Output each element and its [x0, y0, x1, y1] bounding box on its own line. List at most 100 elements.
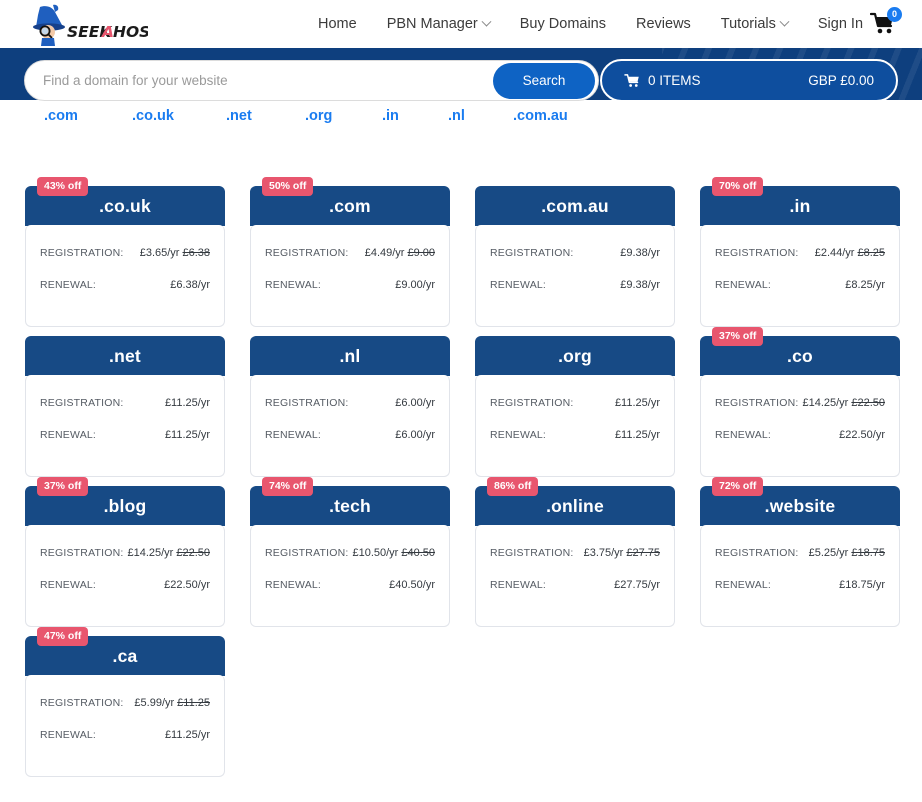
cart-icon-button[interactable]: 0 [869, 7, 902, 39]
logo-graphic: SEEK A HOST [33, 4, 162, 46]
registration-label: REGISTRATION: [40, 397, 124, 409]
registration-old-price: £18.75 [851, 547, 885, 559]
registration-price-group: £9.38/yr [620, 247, 660, 259]
card-body: REGISTRATION: £14.25/yr £22.50 RENEWAL: £22.… [25, 525, 225, 627]
nav-item-reviews[interactable]: Reviews [636, 16, 691, 32]
registration-label: REGISTRATION: [715, 547, 799, 559]
renewal-label: RENEWAL: [715, 579, 772, 591]
tld-link-net[interactable]: .net [226, 108, 252, 124]
registration-row: REGISTRATION: £14.25/yr £22.50 [40, 547, 210, 559]
card-body: REGISTRATION: £5.99/yr £11.25 RENEWAL: £11.2… [25, 675, 225, 777]
renewal-label: RENEWAL: [490, 429, 547, 441]
registration-label: REGISTRATION: [40, 697, 124, 709]
domain-card-online[interactable]: 86% off .online REGISTRATION: £3.75/yr £27.7… [475, 477, 675, 628]
renewal-price: £9.00/yr [395, 279, 435, 291]
registration-old-price: £9.00 [407, 247, 435, 259]
registration-row: REGISTRATION: £4.49/yr £9.00 [265, 247, 435, 259]
domain-card-blog[interactable]: 37% off .blog REGISTRATION: £14.25/yr £22.50… [25, 477, 225, 628]
domain-card-com[interactable]: 50% off .com REGISTRATION: £4.49/yr £9.00 REN… [250, 177, 450, 328]
card-header: .com.au [475, 186, 675, 226]
discount-badge: 50% off [262, 177, 314, 196]
renewal-price: £11.25/yr [614, 429, 660, 441]
search-button[interactable]: Search [493, 62, 595, 99]
renewal-price: £18.75/yr [839, 579, 885, 591]
nav-item-label: Home [318, 16, 357, 32]
domain-card-org[interactable]: .org REGISTRATION: £11.25/yr RENEWAL: £11.25… [475, 336, 675, 478]
nav-item-sign-in[interactable]: Sign In [818, 16, 863, 32]
card-tld-name: .co.uk [99, 195, 151, 216]
tld-link-nl[interactable]: .nl [448, 108, 465, 124]
card-row: 43% off .co.uk REGISTRATION: £3.65/yr £6.38 R… [25, 177, 905, 328]
card-tld-name: .nl [339, 345, 361, 366]
registration-price-group: £10.50/yr £40.50 [352, 547, 435, 559]
card-body: REGISTRATION: £3.75/yr £27.75 RENEWAL: £27.7… [475, 525, 675, 627]
card-tld-name: .blog [103, 495, 147, 516]
domain-card-ca[interactable]: 47% off .ca REGISTRATION: £5.99/yr £11.25 REN… [25, 627, 225, 778]
registration-label: REGISTRATION: [40, 247, 124, 259]
registration-label: REGISTRATION: [490, 247, 574, 259]
renewal-label: RENEWAL: [265, 279, 322, 291]
registration-row: REGISTRATION: £3.75/yr £27.75 [490, 547, 660, 559]
registration-price-group: £11.25/yr [165, 397, 210, 409]
registration-new-price: £11.25/yr [164, 397, 210, 409]
domain-card-in[interactable]: 70% off .in REGISTRATION: £2.44/yr £8.25 RENE… [700, 177, 900, 328]
nav-item-home[interactable]: Home [318, 16, 357, 32]
card-tld-name: .tech [329, 495, 371, 516]
renewal-price: £40.50/yr [389, 579, 435, 591]
registration-new-price: £11.25/yr [614, 397, 660, 409]
renewal-price: £11.25/yr [164, 729, 210, 741]
registration-old-price: £27.75 [626, 547, 660, 559]
card-header: .net [25, 336, 225, 376]
renewal-row: RENEWAL: £6.38/yr [40, 279, 210, 291]
registration-row: REGISTRATION: £6.00/yr [265, 397, 435, 409]
tld-link-couk[interactable]: .co.uk [132, 108, 174, 124]
registration-price-group: £3.65/yr £6.38 [140, 247, 210, 259]
card-body: REGISTRATION: £5.25/yr £18.75 RENEWAL: £18.7… [700, 525, 900, 627]
card-tld-name: .com.au [541, 195, 609, 216]
domain-card-couk[interactable]: 43% off .co.uk REGISTRATION: £3.65/yr £6.38 R… [25, 177, 225, 328]
card-header: 37% off .blog [25, 477, 225, 526]
tld-link-comau[interactable]: .com.au [513, 108, 568, 124]
domain-card-comau[interactable]: .com.au REGISTRATION: £9.38/yr RENEWAL: £9.3… [475, 186, 675, 328]
card-tld-name: .net [109, 345, 141, 366]
domain-card-net[interactable]: .net REGISTRATION: £11.25/yr RENEWAL: £11.25… [25, 336, 225, 478]
card-header: 86% off .online [475, 477, 675, 526]
card-header: 47% off .ca [25, 627, 225, 676]
registration-price-group: £11.25/yr [615, 397, 660, 409]
registration-row: REGISTRATION: £5.25/yr £18.75 [715, 547, 885, 559]
cart-items-label: 0 ITEMS [648, 73, 701, 88]
renewal-price: £11.25/yr [164, 429, 210, 441]
domain-card-co[interactable]: 37% off .co REGISTRATION: £14.25/yr £22.50 RE… [700, 327, 900, 478]
renewal-label: RENEWAL: [40, 429, 97, 441]
registration-row: REGISTRATION: £3.65/yr £6.38 [40, 247, 210, 259]
discount-badge: 47% off [37, 627, 89, 646]
discount-badge: 86% off [487, 477, 539, 496]
domain-price-grid: 43% off .co.uk REGISTRATION: £3.65/yr £6.38 R… [25, 177, 905, 778]
tld-link-com[interactable]: .com [44, 108, 78, 124]
seekahost-logo[interactable]: SEEK A HOST [22, 3, 162, 47]
registration-price-group: £6.00/yr [395, 397, 435, 409]
renewal-label: RENEWAL: [265, 579, 322, 591]
tld-link-org[interactable]: .org [305, 108, 332, 124]
cart-summary-bar[interactable]: 0 ITEMS GBP £0.00 [600, 59, 898, 102]
registration-label: REGISTRATION: [490, 397, 574, 409]
card-tld-name: .co [787, 345, 813, 366]
domain-card-nl[interactable]: .nl REGISTRATION: £6.00/yr RENEWAL: £6.00/yr [250, 336, 450, 478]
registration-new-price: £4.49/yr [364, 247, 405, 259]
main-nav: Home PBN Manager Buy Domains Reviews Tutoria… [318, 0, 863, 48]
registration-label: REGISTRATION: [715, 397, 799, 409]
top-navigation-bar: SEEK A HOST Home PBN Manager Buy Domains Re… [0, 0, 922, 48]
discount-badge: 43% off [37, 177, 89, 196]
nav-item-pbn-manager[interactable]: PBN Manager [387, 16, 492, 32]
domain-card-website[interactable]: 72% off .website REGISTRATION: £5.25/yr £18.… [700, 477, 900, 628]
card-tld-name: .org [558, 345, 592, 366]
registration-old-price: £40.50 [401, 547, 435, 559]
nav-item-tutorials[interactable]: Tutorials [721, 16, 790, 32]
card-header: 72% off .website [700, 477, 900, 526]
nav-item-buy-domains[interactable]: Buy Domains [520, 16, 606, 32]
discount-badge: 70% off [712, 177, 764, 196]
tld-link-in[interactable]: .in [382, 108, 399, 124]
registration-row: REGISTRATION: £9.38/yr [490, 247, 660, 259]
domain-card-tech[interactable]: 74% off .tech REGISTRATION: £10.50/yr £40.50… [250, 477, 450, 628]
domain-search-input[interactable] [25, 73, 493, 88]
